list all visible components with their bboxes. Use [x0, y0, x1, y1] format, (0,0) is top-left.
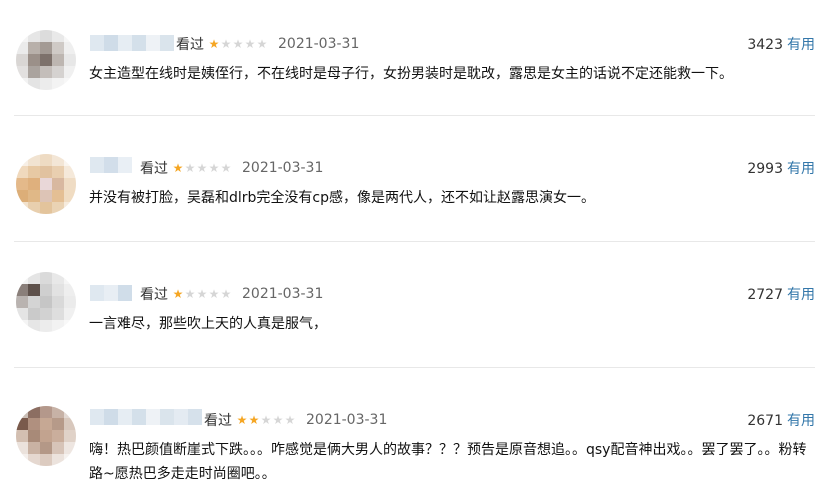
watched-status: 看过	[140, 161, 168, 177]
star-icon: ★	[208, 161, 220, 175]
star-icon: ★	[196, 161, 208, 175]
review-content: 嗨！热巴颜值断崖式下跌。。。咋感觉是俩大男人的故事？？？预告是原音想追。。qsy…	[89, 442, 807, 482]
review-item: 看过 ★ ★ ★ ★ ★ 2021-03-31 2671 有用 嗨！热巴颜值断崖式下跌。。…	[0, 376, 823, 500]
star-icon: ★	[208, 37, 220, 51]
review-meta: 看过 ★ ★ ★ ★ ★ 2021-03-31	[140, 284, 323, 304]
star-icon: ★	[232, 37, 244, 51]
review-item: 看过 ★ ★ ★ ★ ★ 2021-03-31 2727 有用 一言难尽，那些吹上天的人真…	[0, 250, 823, 374]
star-icon: ★	[220, 37, 232, 51]
divider	[14, 241, 815, 242]
review-date: 2021-03-31	[242, 160, 324, 176]
username-blurred[interactable]	[90, 409, 202, 425]
star-icon: ★	[244, 37, 256, 51]
star-icon: ★	[196, 287, 208, 301]
avatar[interactable]	[16, 30, 76, 90]
rating-stars: ★ ★ ★ ★ ★	[172, 161, 232, 175]
vote-count: 2993	[747, 161, 783, 177]
star-icon: ★	[184, 161, 196, 175]
star-icon: ★	[284, 413, 296, 427]
useful-button[interactable]: 有用	[787, 287, 815, 303]
review-meta: 看过 ★ ★ ★ ★ ★ 2021-03-31	[140, 158, 323, 178]
review-meta: 看过 ★ ★ ★ ★ ★ 2021-03-31	[204, 410, 387, 430]
watched-status: 看过	[176, 37, 204, 53]
star-icon: ★	[272, 413, 284, 427]
star-icon: ★	[208, 287, 220, 301]
vote-area: 2993 有用	[747, 158, 815, 178]
watched-status: 看过	[204, 413, 232, 429]
avatar[interactable]	[16, 406, 76, 466]
review-item: 看过 ★ ★ ★ ★ ★ 2021-03-31 3423 有用 女主造型在线时是姨侄行，不…	[0, 0, 823, 124]
divider	[14, 115, 815, 116]
vote-count: 3423	[747, 37, 783, 53]
avatar[interactable]	[16, 272, 76, 332]
star-icon: ★	[184, 287, 196, 301]
star-icon: ★	[236, 413, 248, 427]
review-date: 2021-03-31	[242, 286, 324, 302]
rating-stars: ★ ★ ★ ★ ★	[208, 37, 268, 51]
star-icon: ★	[248, 413, 260, 427]
star-icon: ★	[172, 287, 184, 301]
username-blurred[interactable]	[90, 35, 174, 51]
star-icon: ★	[220, 287, 232, 301]
review-content: 并没有被打脸，吴磊和dlrb完全没有cp感，像是两代人，还不如让赵露思演女一。	[89, 190, 596, 206]
vote-area: 2727 有用	[747, 284, 815, 304]
rating-stars: ★ ★ ★ ★ ★	[236, 413, 296, 427]
username-blurred[interactable]	[90, 157, 132, 173]
rating-stars: ★ ★ ★ ★ ★	[172, 287, 232, 301]
review-meta: 看过 ★ ★ ★ ★ ★ 2021-03-31	[176, 34, 359, 54]
username-blurred[interactable]	[90, 285, 132, 301]
star-icon: ★	[256, 37, 268, 51]
avatar[interactable]	[16, 154, 76, 214]
useful-button[interactable]: 有用	[787, 161, 815, 177]
review-content: 一言难尽，那些吹上天的人真是服气，	[89, 316, 327, 332]
useful-button[interactable]: 有用	[787, 413, 815, 429]
star-icon: ★	[260, 413, 272, 427]
vote-count: 2671	[747, 413, 783, 429]
vote-count: 2727	[747, 287, 783, 303]
star-icon: ★	[172, 161, 184, 175]
vote-area: 3423 有用	[747, 34, 815, 54]
review-item: 看过 ★ ★ ★ ★ ★ 2021-03-31 2993 有用 并没有被打脸，吴磊和dlr…	[0, 124, 823, 248]
review-content: 女主造型在线时是姨侄行，不在线时是母子行，女扮男装时是耽改，露思是女主的话说不定…	[89, 66, 733, 82]
vote-area: 2671 有用	[747, 410, 815, 430]
divider	[14, 367, 815, 368]
review-date: 2021-03-31	[306, 412, 388, 428]
star-icon: ★	[220, 161, 232, 175]
watched-status: 看过	[140, 287, 168, 303]
useful-button[interactable]: 有用	[787, 37, 815, 53]
review-date: 2021-03-31	[278, 36, 360, 52]
